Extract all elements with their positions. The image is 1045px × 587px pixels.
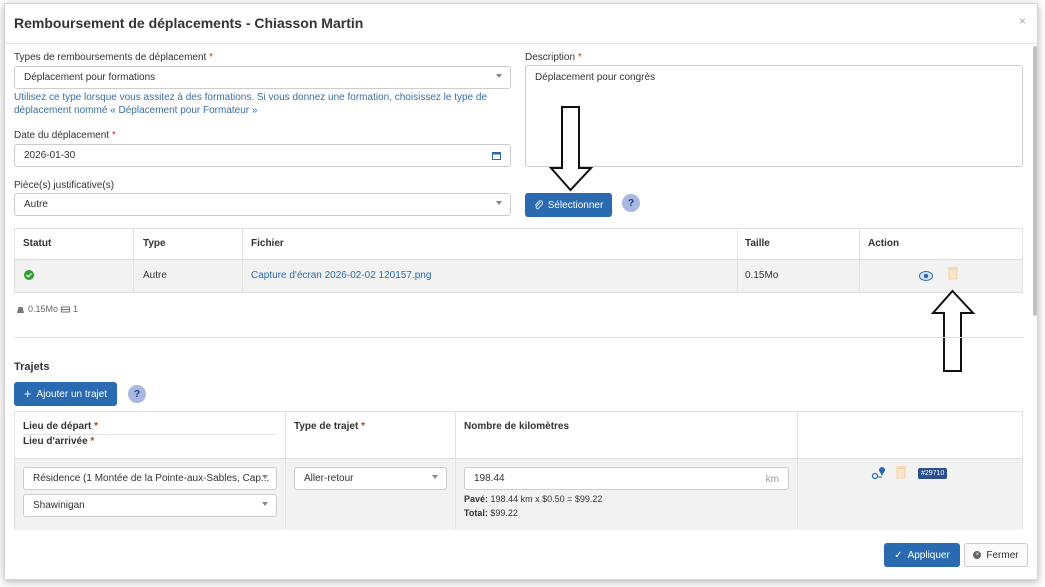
divider <box>859 228 860 293</box>
route-map-icon[interactable] <box>871 466 887 480</box>
chevron-down-icon <box>262 475 268 479</box>
scrollbar[interactable] <box>1033 46 1037 316</box>
trip-type-select[interactable]: Aller-retour <box>294 467 447 490</box>
file-type: Autre <box>143 270 167 281</box>
modal-title: Remboursement de déplacements - Chiasson… <box>14 15 364 31</box>
description-label: Description * <box>525 52 582 63</box>
divider <box>14 337 1023 338</box>
types-help: Utilisez ce type lorsque vous assitez à … <box>14 92 488 116</box>
close-button[interactable]: × Fermer <box>964 543 1028 567</box>
select-file-button[interactable]: Sélectionner <box>525 193 612 217</box>
weight-icon <box>17 307 24 313</box>
trip-id-badge: #29710 <box>918 468 948 479</box>
divider <box>797 411 798 529</box>
col-statut: Statut <box>23 238 52 249</box>
modal: Remboursement de déplacements - Chiasson… <box>4 3 1038 580</box>
divider <box>133 228 134 293</box>
divider <box>23 434 276 435</box>
col-action: Action <box>868 238 900 249</box>
chevron-down-icon <box>262 502 268 506</box>
trash-icon[interactable] <box>895 465 907 479</box>
total-line: Total: $99.22 <box>464 508 518 518</box>
files-summary: 0.15Mo 1 <box>16 304 78 314</box>
divider <box>14 411 15 529</box>
pave-line: Pavé: 198.44 km x $0.50 = $99.22 <box>464 494 603 504</box>
col-depart: Lieu de départ * <box>23 421 99 432</box>
paperclip-icon <box>534 200 543 210</box>
arrivee-select[interactable]: Shawinigan <box>23 494 277 517</box>
col-taille: Taille <box>745 238 770 249</box>
date-input[interactable]: 2026-01-30 <box>14 144 511 167</box>
types-label: Types de remboursements de déplacement * <box>14 52 214 63</box>
apply-button[interactable]: ✓ Appliquer <box>884 543 960 567</box>
trips-title: Trajets <box>14 361 50 373</box>
chevron-down-icon <box>432 475 438 479</box>
chevron-down-icon <box>496 201 502 205</box>
km-unit: km <box>765 474 779 485</box>
date-label: Date du déplacement * <box>14 130 116 141</box>
divider <box>14 228 1023 229</box>
km-input[interactable]: 198.44 km <box>464 467 789 490</box>
calendar-icon[interactable] <box>492 151 501 160</box>
description-textarea[interactable]: Déplacement pour congrès <box>525 65 1023 167</box>
check-icon: ✓ <box>894 549 903 561</box>
trash-icon[interactable] <box>947 266 959 280</box>
divider <box>737 228 738 293</box>
col-arrivee: Lieu d'arrivée * <box>23 436 95 447</box>
file-size: 0.15Mo <box>745 270 779 281</box>
col-fichier: Fichier <box>251 238 284 249</box>
divider <box>1022 411 1023 529</box>
status-check-icon <box>24 270 34 280</box>
help-icon[interactable]: ? <box>128 385 146 403</box>
divider <box>285 411 286 529</box>
close-circle-icon: × <box>973 551 982 559</box>
close-icon[interactable]: × <box>1019 14 1026 28</box>
col-type: Type <box>143 238 166 249</box>
help-icon[interactable]: ? <box>622 194 640 212</box>
divider <box>1022 228 1023 293</box>
pieces-select[interactable]: Autre <box>14 193 511 216</box>
down-arrow-annotation <box>549 106 593 192</box>
chevron-down-icon <box>496 74 502 78</box>
plus-icon: + <box>23 386 32 401</box>
modal-header: Remboursement de déplacements - Chiasson… <box>5 4 1037 44</box>
add-trip-button[interactable]: + Ajouter un trajet <box>14 382 117 406</box>
col-km: Nombre de kilomètres <box>464 421 570 432</box>
pieces-label: Pièce(s) justificative(s) <box>14 180 115 191</box>
divider <box>14 228 15 293</box>
divider <box>455 411 456 529</box>
files-count-icon <box>61 306 71 313</box>
types-select[interactable]: Déplacement pour formations <box>14 66 511 89</box>
file-link[interactable]: Capture d'écran 2026-02-02 120157.png <box>251 270 431 281</box>
depart-select[interactable]: Résidence (1 Montée de la Pointe-aux-Sab… <box>23 467 277 490</box>
divider <box>14 411 1023 412</box>
col-type-trajet: Type de trajet * <box>294 421 365 432</box>
divider <box>242 228 243 293</box>
eye-icon[interactable] <box>919 270 933 282</box>
up-arrow-annotation <box>931 289 975 372</box>
